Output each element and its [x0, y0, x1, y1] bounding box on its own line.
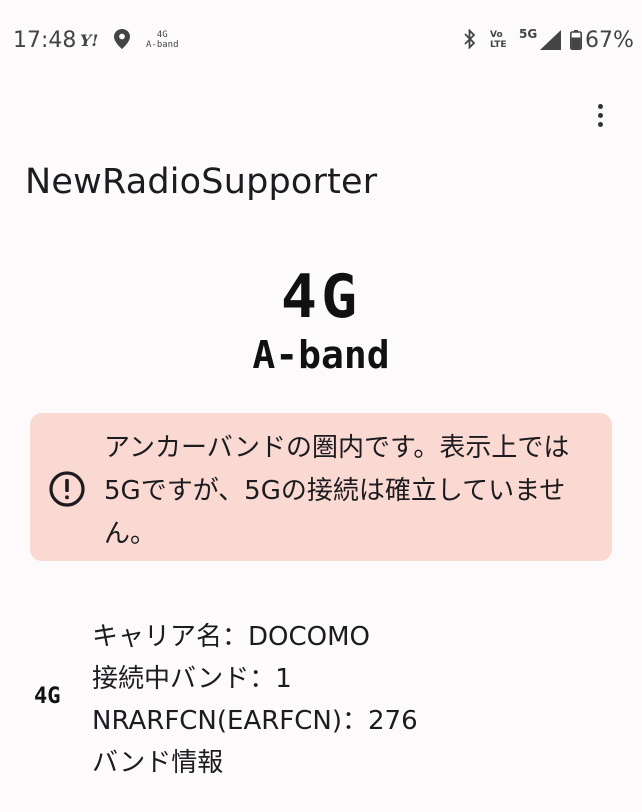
status-time: 17:48	[13, 28, 77, 53]
menu-dot	[597, 122, 603, 127]
battery-percent: 67%	[585, 28, 634, 53]
status-bar: 17:48 Y! 4G A-band Vo LTE 5G 67%	[0, 0, 642, 82]
network-4g-notification-icon: 4G A-band	[146, 30, 179, 50]
app-title: NewRadioSupporter	[25, 162, 378, 202]
connected-band: 接続中バンド：1	[92, 664, 292, 694]
arfcn-value: NRARFCN(EARFCN)：276	[92, 706, 418, 736]
bluetooth-icon	[463, 28, 477, 53]
cell-signal-icon	[540, 30, 562, 54]
network-gen-icon: 4G	[34, 684, 61, 709]
battery-icon	[570, 30, 582, 54]
alert-message: アンカーバンドの圏内です。表示上では5Gですが、5Gの接続は確立していません。	[104, 433, 570, 549]
carrier-name: キャリア名：DOCOMO	[92, 622, 371, 652]
menu-dot	[597, 104, 603, 109]
network-band: A-band	[252, 333, 390, 377]
network-4g-notification-top: 4G	[156, 30, 168, 40]
error-outline-icon	[48, 470, 86, 512]
network-4g-notification-bottom: A-band	[146, 40, 179, 50]
menu-dot	[597, 113, 603, 118]
band-info-link[interactable]: バンド情報	[92, 742, 418, 784]
network-5g-icon: 5G	[519, 27, 538, 41]
network-info: キャリア名：DOCOMO 接続中バンド：1 NRARFCN(EARFCN)：27…	[92, 616, 418, 784]
volte-top: Vo	[490, 30, 503, 40]
volte-bottom: LTE	[490, 40, 507, 50]
volte-icon: Vo LTE	[490, 30, 507, 50]
network-generation: 4G	[280, 262, 362, 332]
location-pin-icon	[114, 29, 130, 53]
yahoo-notification-icon: Y!	[80, 31, 99, 50]
anchor-band-alert: アンカーバンドの圏内です。表示上では5Gですが、5Gの接続は確立していません。	[30, 413, 612, 561]
more-vert-icon[interactable]	[588, 100, 612, 132]
